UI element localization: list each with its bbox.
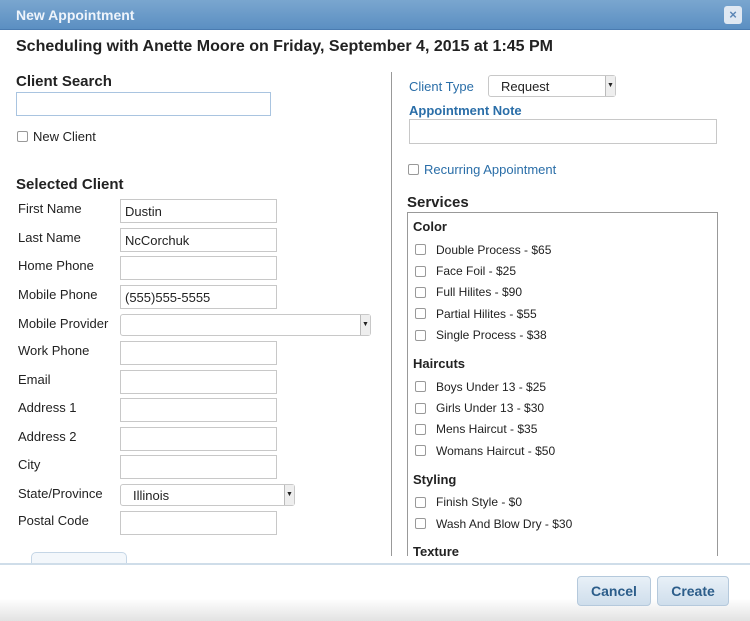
state-province-value: Illinois bbox=[133, 488, 170, 503]
checkbox[interactable] bbox=[408, 164, 419, 175]
appointment-note-input[interactable] bbox=[409, 119, 717, 144]
client-type-value: Request bbox=[501, 79, 550, 94]
checkbox[interactable] bbox=[415, 265, 426, 277]
partial-button[interactable] bbox=[31, 552, 127, 563]
client-type-select[interactable]: Request ▼ bbox=[488, 75, 616, 97]
work-phone-label: Work Phone bbox=[18, 343, 90, 358]
services-list[interactable]: Color Double Process - $65 Face Foil - $25… bbox=[407, 212, 718, 556]
service-category: Styling bbox=[413, 471, 457, 487]
appointment-note-label: Appointment Note bbox=[409, 103, 522, 118]
checkbox[interactable] bbox=[415, 381, 426, 393]
checkbox[interactable] bbox=[415, 244, 426, 256]
chevron-down-icon: ▼ bbox=[605, 76, 615, 96]
service-label: Wash And Blow Dry - $30 bbox=[436, 516, 573, 531]
service-label: Boys Under 13 - $25 bbox=[436, 379, 547, 394]
service-category: Haircuts bbox=[413, 355, 466, 371]
last-name-input[interactable]: NcCorchuk bbox=[120, 228, 277, 252]
service-item[interactable]: Face Foil - $25 bbox=[408, 260, 717, 281]
checkbox[interactable] bbox=[415, 329, 426, 341]
service-category: Texture bbox=[413, 544, 459, 556]
service-label: Girls Under 13 - $30 bbox=[436, 401, 545, 416]
checkbox[interactable] bbox=[17, 131, 28, 142]
address-1-input[interactable] bbox=[120, 398, 277, 422]
client-search-label: Client Search bbox=[16, 73, 112, 90]
chevron-down-icon: ▼ bbox=[360, 315, 370, 335]
service-item[interactable]: Full Hilites - $90 bbox=[408, 282, 717, 303]
service-label: Single Process - $38 bbox=[436, 328, 547, 343]
service-item[interactable]: Double Process - $65 bbox=[408, 239, 717, 260]
service-item[interactable]: Single Process - $38 bbox=[408, 325, 717, 346]
home-phone-label: Home Phone bbox=[18, 258, 94, 273]
state-province-label: State/Province bbox=[18, 486, 103, 501]
service-label: Mens Haircut - $35 bbox=[436, 422, 538, 437]
service-label: Double Process - $65 bbox=[436, 242, 552, 257]
new-client-label: New Client bbox=[33, 129, 96, 144]
first-name-input[interactable]: Dustin bbox=[120, 199, 277, 223]
column-divider bbox=[391, 72, 392, 556]
email-input[interactable] bbox=[120, 370, 277, 394]
service-item[interactable]: Boys Under 13 - $25 bbox=[408, 376, 717, 397]
services-label: Services bbox=[407, 194, 469, 211]
dialog-title: New Appointment bbox=[16, 7, 135, 23]
service-label: Finish Style - $0 bbox=[436, 495, 523, 510]
city-input[interactable] bbox=[120, 455, 277, 479]
service-label: Face Foil - $25 bbox=[436, 264, 517, 279]
client-search-input[interactable] bbox=[16, 92, 271, 116]
client-type-label: Client Type bbox=[409, 79, 474, 94]
mobile-phone-input[interactable]: (555)555-5555 bbox=[120, 285, 277, 309]
service-item[interactable]: Finish Style - $0 bbox=[408, 492, 717, 513]
chevron-down-icon: ▼ bbox=[284, 485, 294, 505]
mobile-provider-label: Mobile Provider bbox=[18, 316, 109, 331]
service-item[interactable]: Mens Haircut - $35 bbox=[408, 419, 717, 440]
checkbox[interactable] bbox=[415, 518, 426, 530]
last-name-label: Last Name bbox=[18, 230, 81, 245]
first-name-label: First Name bbox=[18, 201, 82, 216]
home-phone-input[interactable] bbox=[120, 256, 277, 280]
service-label: Full Hilites - $90 bbox=[436, 285, 523, 300]
service-label: Partial Hilites - $55 bbox=[436, 306, 537, 321]
checkbox[interactable] bbox=[415, 496, 426, 508]
service-item[interactable]: Partial Hilites - $55 bbox=[408, 303, 717, 324]
create-button[interactable]: Create bbox=[657, 576, 729, 606]
city-label: City bbox=[18, 457, 41, 472]
checkbox[interactable] bbox=[415, 402, 426, 414]
close-icon[interactable]: × bbox=[724, 6, 742, 24]
cancel-button[interactable]: Cancel bbox=[577, 576, 651, 606]
service-category: Color bbox=[413, 219, 447, 234]
state-province-select[interactable]: Illinois ▼ bbox=[120, 484, 295, 506]
recurring-checkbox[interactable]: Recurring Appointment bbox=[408, 162, 556, 177]
postal-code-input[interactable] bbox=[120, 511, 277, 535]
email-label: Email bbox=[18, 372, 51, 387]
page-title: Scheduling with Anette Moore on Friday, … bbox=[16, 38, 554, 55]
checkbox[interactable] bbox=[415, 423, 426, 435]
address-2-label: Address 2 bbox=[18, 429, 77, 444]
checkbox[interactable] bbox=[415, 445, 426, 457]
service-item[interactable]: Wash And Blow Dry - $30 bbox=[408, 513, 717, 534]
mobile-provider-select[interactable]: ▼ bbox=[120, 314, 371, 336]
work-phone-input[interactable] bbox=[120, 341, 277, 365]
mobile-phone-label: Mobile Phone bbox=[18, 287, 98, 302]
recurring-label: Recurring Appointment bbox=[424, 162, 557, 177]
service-label: Womans Haircut - $50 bbox=[436, 443, 556, 458]
postal-code-label: Postal Code bbox=[18, 513, 89, 528]
service-item[interactable]: Girls Under 13 - $30 bbox=[408, 397, 717, 418]
checkbox[interactable] bbox=[415, 308, 426, 320]
address-1-label: Address 1 bbox=[18, 400, 77, 415]
checkbox[interactable] bbox=[415, 286, 426, 298]
address-2-input[interactable] bbox=[120, 427, 277, 451]
selected-client-label: Selected Client bbox=[16, 176, 124, 193]
service-item[interactable]: Womans Haircut - $50 bbox=[408, 440, 717, 461]
new-client-checkbox[interactable]: New Client bbox=[17, 129, 96, 144]
